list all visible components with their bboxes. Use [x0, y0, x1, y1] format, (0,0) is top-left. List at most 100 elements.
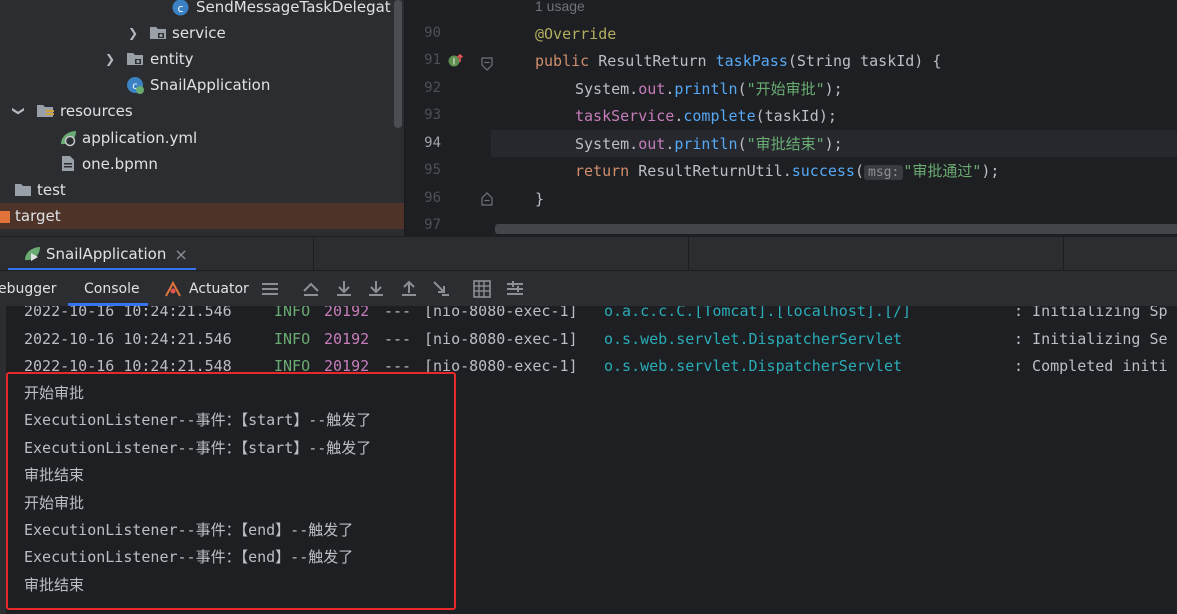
code-token: . [665, 80, 675, 98]
log-level: INFO [274, 306, 311, 320]
line-number: 93 [424, 107, 441, 123]
string-literal: "开始审批" [746, 80, 825, 98]
code-token: System. [575, 135, 639, 153]
step-over-icon[interactable] [335, 280, 353, 298]
tab-debugger[interactable]: ebugger [0, 271, 57, 306]
log-msg: : Initializing Sp [1014, 306, 1168, 320]
code-token: ); [981, 162, 1000, 180]
log-sep: --- [384, 306, 412, 320]
step-out-icon[interactable] [400, 280, 418, 298]
line-number: 91 [424, 52, 441, 68]
tree-item-target[interactable]: target [0, 203, 404, 229]
string-literal: "审批通过" [903, 162, 982, 180]
tree-item-entity[interactable]: ❯ entity [0, 46, 404, 72]
code-line-90: @Override [535, 21, 616, 48]
log-logger: o.s.web.servlet.DispatcherServlet [604, 329, 903, 348]
tree-item-label: SendMessageTaskDelegat [196, 0, 391, 16]
code-token: ( [737, 135, 747, 153]
code-token: out [638, 135, 666, 153]
code-editor[interactable]: 90 91 92 93 94 95 96 97 I 1 usage @Overr… [404, 0, 1177, 236]
tree-item-snailapplication[interactable]: c SnailApplication [0, 72, 404, 98]
tree-item-label: target [15, 207, 61, 225]
tree-item-sendmessagetaskdelegat[interactable]: c SendMessageTaskDelegat [0, 0, 404, 20]
evaluate-expression-icon[interactable] [473, 280, 491, 298]
actuator-icon [164, 280, 182, 298]
folder-icon [14, 181, 32, 201]
tree-item-application-yml[interactable]: application.yml [0, 125, 404, 151]
log-ts: 2022-10-16 10:24:21.546 [24, 329, 232, 348]
annotation: @Override [535, 25, 617, 43]
code-token: ); [824, 135, 843, 153]
show-execution-point-icon[interactable] [302, 280, 320, 298]
code-token: . [665, 135, 675, 153]
log-logger: o.s.web.servlet.DispatcherServlet [604, 357, 903, 375]
line-number: 92 [424, 80, 441, 96]
tab-console[interactable]: Console [84, 271, 140, 306]
code-token: System. [575, 80, 639, 98]
log-sep: --- [384, 329, 412, 348]
params: (String taskId) { [787, 52, 942, 70]
tab-snailapplication[interactable]: SnailApplication × [8, 237, 188, 271]
log-msg: : Completed initi [1014, 357, 1168, 375]
string-literal: "审批结束" [746, 135, 825, 153]
class-icon: c [172, 0, 189, 20]
method-name: success [791, 162, 855, 180]
spring-run-icon [22, 245, 42, 263]
code-line-93: taskService.complete(taskId); [575, 103, 837, 130]
code-token: } [535, 190, 545, 208]
line-number: 90 [424, 25, 441, 41]
code-token: out [638, 80, 666, 98]
editor-gutter: 90 91 92 93 94 95 96 97 I [405, 0, 493, 236]
code-line-91: public ResultReturn taskPass(String task… [535, 48, 941, 75]
code-line-94: System.out.println("审批结束"); [575, 131, 843, 158]
log-ts: 2022-10-16 10:24:21.546 [24, 306, 232, 320]
chevron-right-icon[interactable]: ❯ [128, 26, 138, 40]
code-line-95: return ResultReturnUtil.success(msg: "审批通… [575, 158, 999, 185]
code-token: ( [854, 162, 864, 180]
field-name: taskService [575, 107, 675, 125]
method-name: taskPass [715, 52, 788, 70]
keyword: return [575, 162, 630, 180]
fold-icon[interactable] [481, 56, 493, 75]
step-into-icon[interactable] [367, 280, 385, 298]
code-token: println [674, 80, 738, 98]
run-to-cursor-icon[interactable] [432, 280, 450, 298]
divider [313, 237, 314, 271]
log-pid: 20192 [324, 329, 370, 348]
chevron-down-icon[interactable]: ❯ [12, 106, 26, 116]
project-tree: c SendMessageTaskDelegat ❯ service ❯ ent… [0, 0, 404, 236]
tree-item-service[interactable]: ❯ service [0, 20, 404, 46]
svg-text:I: I [453, 58, 456, 68]
tree-item-label: application.yml [82, 129, 198, 147]
folder-icon [126, 50, 144, 70]
tree-item-resources[interactable]: ❯ resources [0, 98, 404, 124]
code-token: ); [824, 80, 843, 98]
trace-icon[interactable] [506, 280, 524, 298]
spring-class-icon: c [126, 76, 145, 99]
tree-item-one-bpmn[interactable]: one.bpmn [0, 151, 404, 177]
excluded-folder-icon [0, 208, 11, 228]
fold-icon[interactable] [481, 191, 493, 210]
close-icon[interactable]: × [174, 245, 187, 264]
log-thread: [nio-8080-exec-1] [424, 306, 578, 320]
menu-icon[interactable] [261, 280, 279, 298]
highlight-box [6, 372, 456, 610]
spring-yaml-icon [58, 129, 78, 151]
tab-label: SnailApplication [46, 245, 167, 263]
implementing-method-icon[interactable]: I [447, 52, 465, 74]
line-number: 97 [424, 217, 441, 233]
usage-hint[interactable]: 1 usage [535, 0, 585, 14]
code-token: ( [737, 80, 747, 98]
tab-actuator[interactable]: Actuator [189, 271, 249, 306]
code-token: (taskId); [755, 107, 837, 125]
chevron-right-icon[interactable]: ❯ [105, 52, 115, 66]
folder-icon [149, 24, 167, 44]
line-number: 94 [424, 135, 441, 151]
code-token: println [674, 135, 738, 153]
tree-item-test[interactable]: test [0, 177, 404, 203]
line-number: 96 [424, 190, 441, 206]
divider [1063, 237, 1064, 271]
tree-scrollbar[interactable] [394, 0, 402, 128]
editor-horizontal-scrollbar[interactable] [495, 224, 1177, 234]
tree-item-label: one.bpmn [82, 155, 158, 173]
